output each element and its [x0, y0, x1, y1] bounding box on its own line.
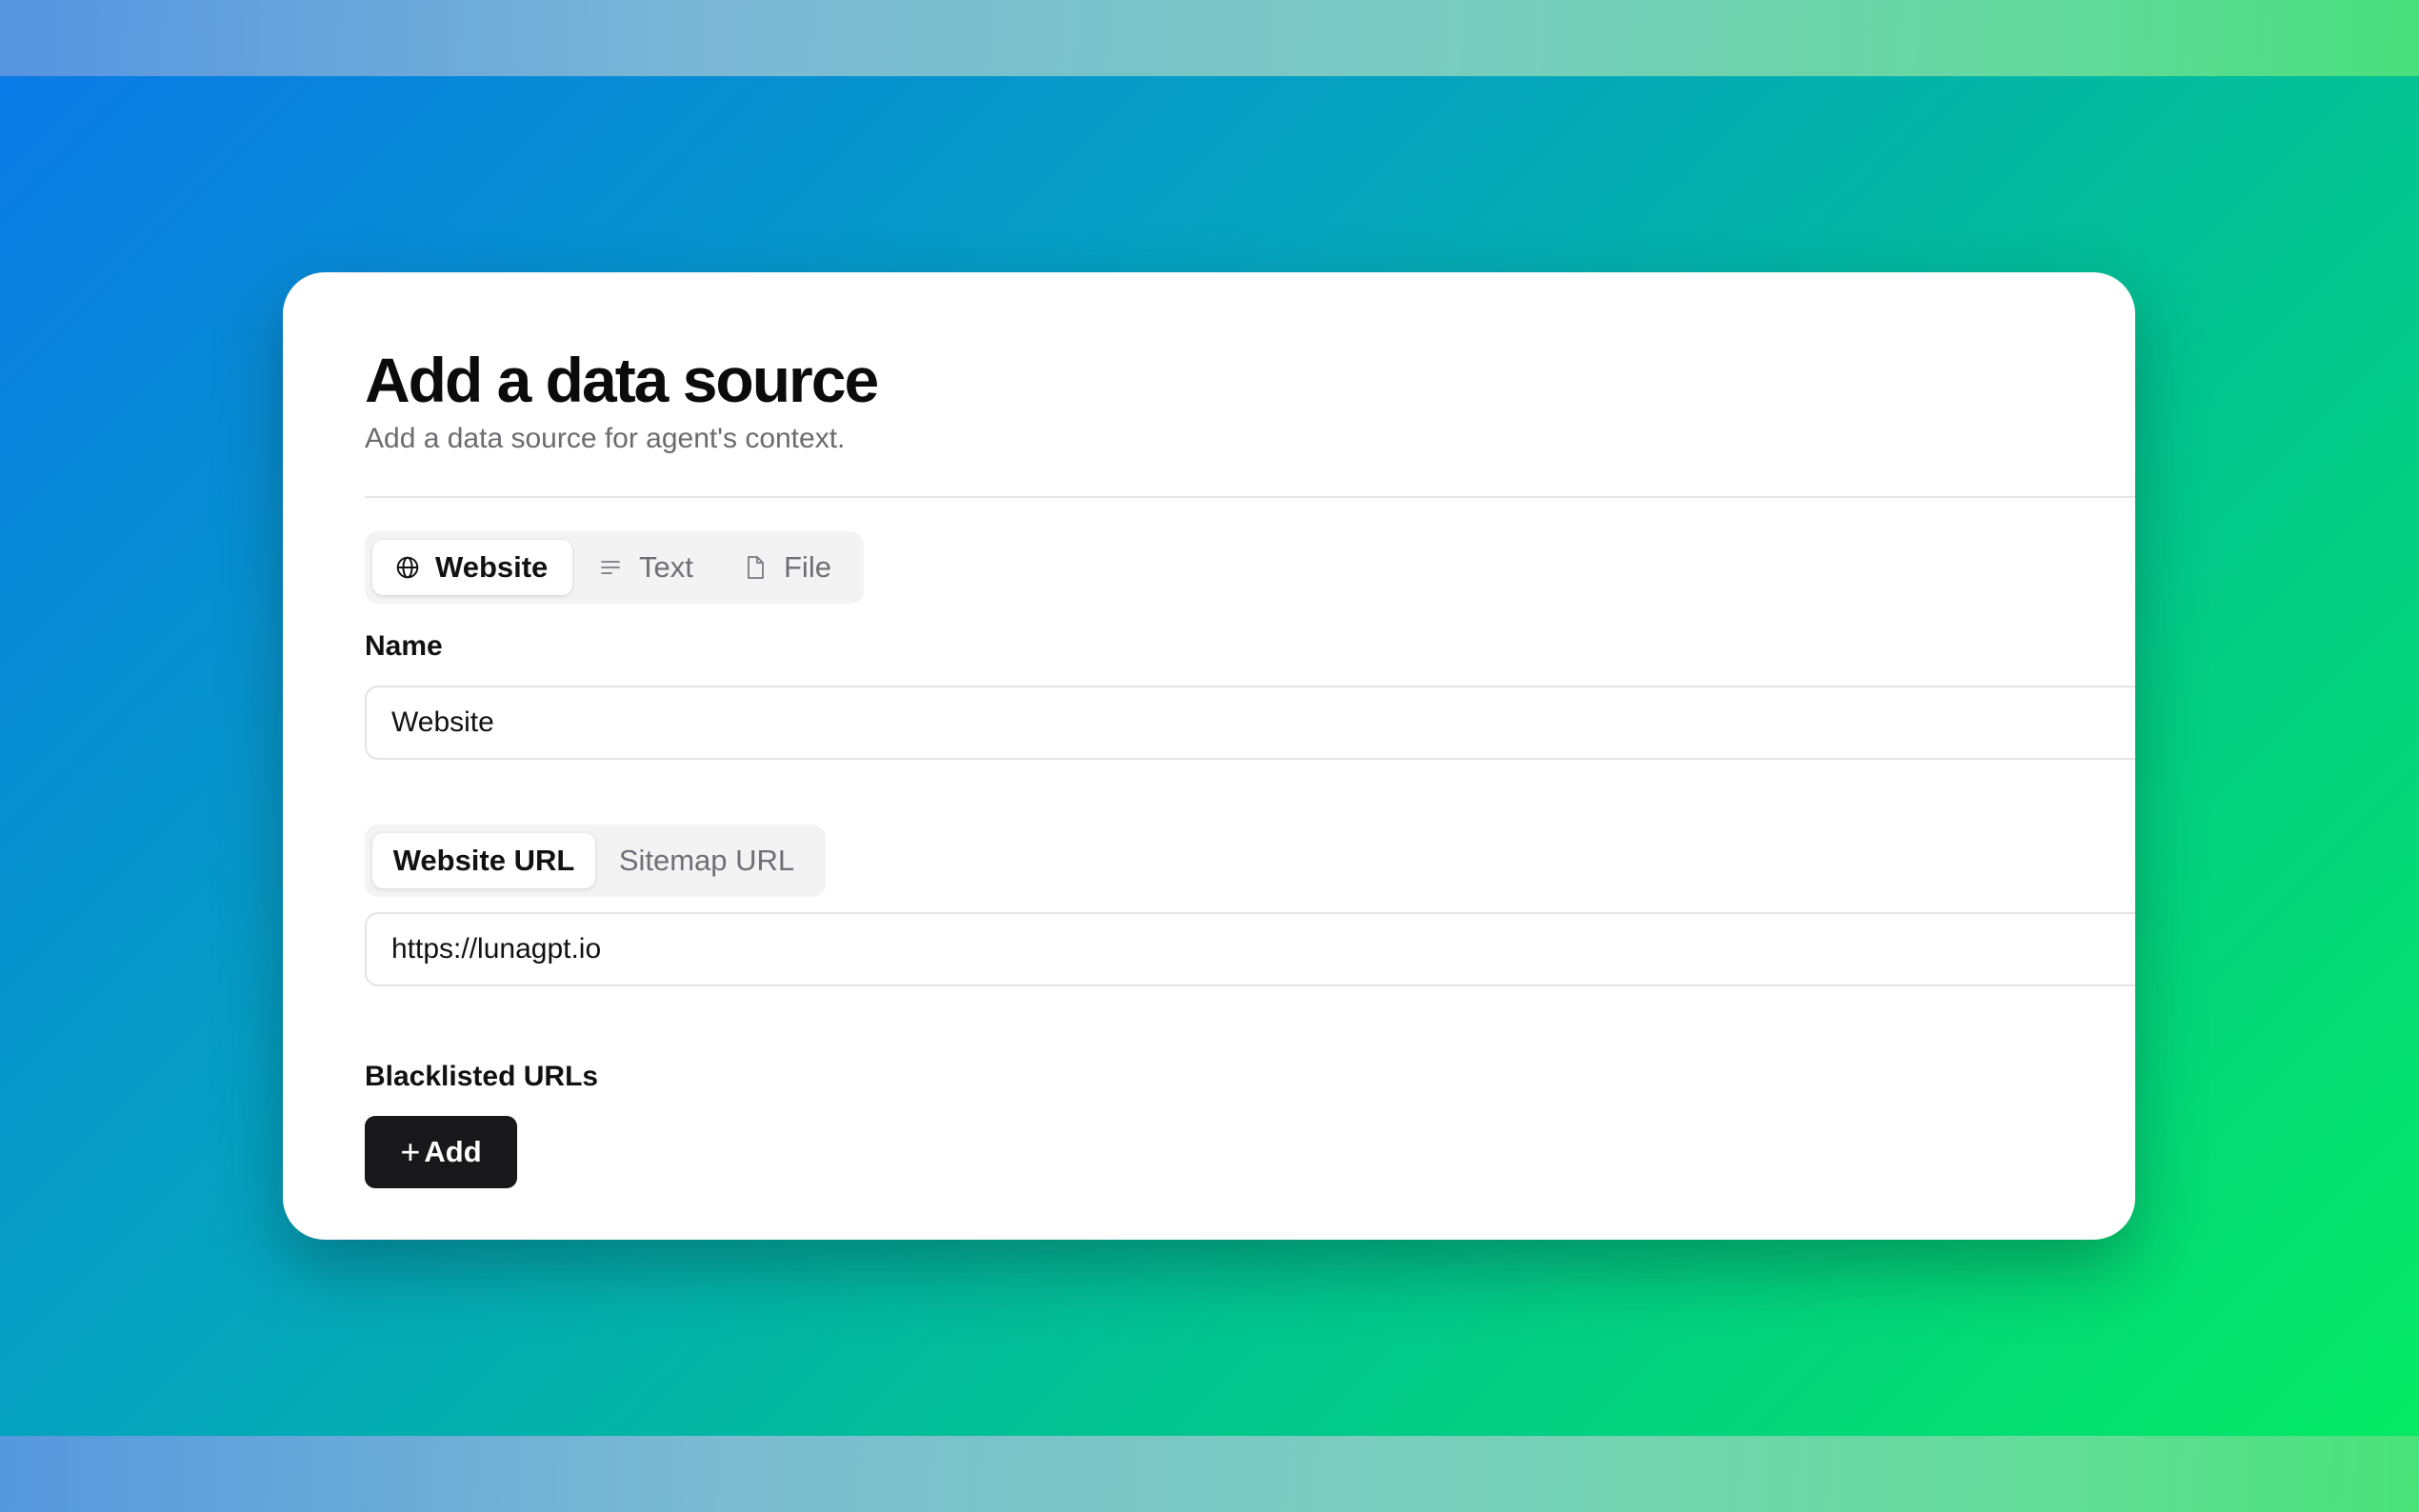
tab-text[interactable]: Text: [572, 540, 721, 595]
add-data-source-card: Add a data source Add a data source for …: [283, 272, 2135, 1240]
header-divider: [365, 496, 2135, 498]
source-type-tabs: Website Text File: [365, 531, 864, 604]
tab-file-label: File: [784, 550, 831, 584]
file-icon: [748, 556, 764, 579]
name-input[interactable]: Website: [365, 686, 2135, 760]
tab-file[interactable]: File: [721, 540, 854, 595]
website-url-input[interactable]: https://lunagpt.io: [365, 912, 2135, 986]
tab-website-url[interactable]: Website URL: [372, 833, 595, 888]
bottom-gradient-band: [0, 1436, 2419, 1512]
tab-website-label: Website: [435, 550, 549, 584]
top-gradient-band: [0, 0, 2419, 76]
url-type-tabs: Website URL Sitemap URL: [365, 825, 826, 897]
add-button-label: Add: [424, 1135, 482, 1168]
globe-icon: [396, 556, 419, 579]
tab-website[interactable]: Website: [372, 540, 572, 595]
tab-sitemap-url[interactable]: Sitemap URL: [595, 833, 818, 888]
page-subtitle: Add a data source for agent's context.: [365, 423, 846, 454]
blacklisted-urls-label: Blacklisted URLs: [365, 1061, 599, 1092]
add-blacklisted-url-button[interactable]: + Add: [365, 1116, 517, 1188]
plus-icon: +: [400, 1132, 421, 1171]
text-lines-icon: [601, 561, 620, 574]
tab-text-label: Text: [639, 550, 693, 584]
name-label: Name: [365, 630, 443, 662]
page-title: Add a data source: [365, 345, 879, 415]
